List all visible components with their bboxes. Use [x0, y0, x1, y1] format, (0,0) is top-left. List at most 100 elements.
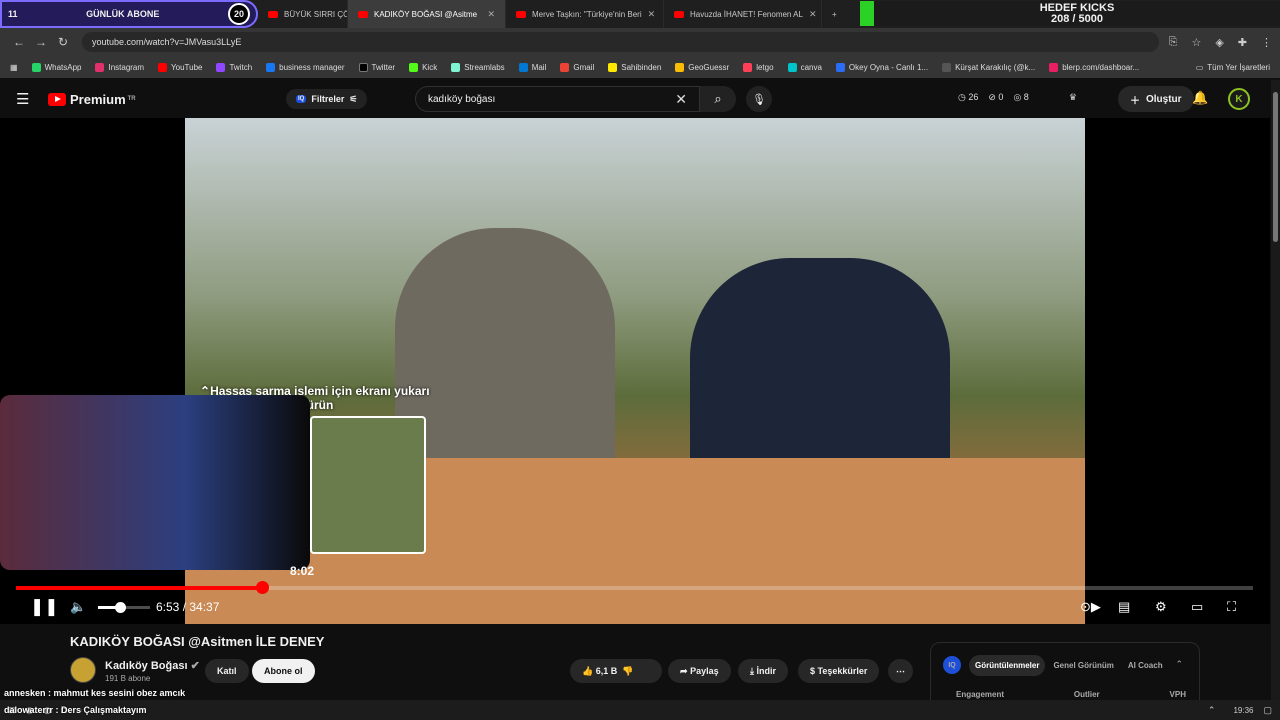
more-actions-button[interactable]: ⋯ [888, 659, 913, 683]
bookmark-youtube[interactable]: YouTube [158, 62, 202, 72]
bookmark-blerp[interactable]: blerp.com/dashboar... [1049, 62, 1139, 72]
tab-views[interactable]: Görüntülenmeler [969, 654, 1046, 676]
settings-gear-icon[interactable]: ⚙ [1155, 596, 1167, 618]
streamer-webcam [0, 395, 310, 570]
youtube-icon [268, 10, 278, 18]
player-controls: ❚❚ 🔈 6:53 / 34:37 ⊙▶ ▤ ⚙ ▭ ⛶ [0, 596, 1270, 618]
col-outlier: Outlier [1073, 690, 1100, 699]
col-vph: VPH [1169, 690, 1186, 699]
address-bar-row: ← → ↻ youtube.com/watch?v=JMVasu3LLyE ⎘ ☆… [0, 28, 1280, 56]
bookmark-kursat[interactable]: Kürşat Karakılıç (@k... [942, 62, 1035, 72]
bookmark-instagram[interactable]: Instagram [95, 62, 144, 72]
search-input[interactable]: kadıköy boğası ✕ [415, 86, 700, 112]
close-icon[interactable]: ✕ [642, 9, 656, 20]
forward-icon[interactable]: → [30, 35, 52, 49]
pause-icon[interactable]: ❚❚ [30, 596, 59, 618]
youtube-logo[interactable]: Premium TR [48, 92, 136, 107]
notification-icon[interactable]: ▢ [1263, 705, 1272, 716]
voice-search-button[interactable]: 🎙 [746, 86, 772, 112]
subscriber-count: 191 B abone [105, 674, 151, 683]
bookmark-streamlabs[interactable]: Streamlabs [451, 62, 505, 72]
share-button[interactable]: ➦ Paylaş [668, 659, 731, 683]
bookmarks-bar: ▦ WhatsApp Instagram YouTube Twitch busi… [0, 56, 1280, 78]
os-taskbar: ⊞ ◉ ◍ ◘ ◌ ⌃ 19:36 ▢ [0, 700, 1280, 720]
hamburger-menu-icon[interactable]: ☰ [16, 90, 29, 108]
bookmark-sahibinden[interactable]: Sahibinden [608, 62, 661, 72]
browser-tab-active[interactable]: KADIKÖY BOĞASI @Asitme ✕ [348, 0, 506, 28]
account-avatar[interactable]: K [1228, 88, 1250, 110]
subtitles-icon[interactable]: ▤ [1118, 596, 1130, 618]
subscribe-button[interactable]: Abone ol [252, 659, 315, 683]
browser-tab[interactable]: Havuzda İHANET! Fenomen AL ✕ [664, 0, 822, 28]
col-engagement: Engagement [956, 690, 1005, 699]
youtube-header: ☰ Premium TR IQ Filtreler ⚟ kadıköy boğası ✕… [0, 80, 1280, 118]
like-button[interactable]: 👍 6,1 B 👎 [570, 659, 662, 683]
goal-progress-bar [860, 1, 874, 26]
reload-icon[interactable]: ↻ [52, 35, 74, 49]
folder-icon: ▭ [1195, 62, 1204, 72]
new-tab-button[interactable]: + [822, 0, 847, 28]
search-icon: ⌕ [714, 91, 722, 106]
score-stat: ◎ 8 [1013, 92, 1029, 102]
theater-mode-icon[interactable]: ▭ [1191, 596, 1203, 618]
close-icon[interactable]: ✕ [481, 9, 495, 20]
chevron-up-icon[interactable]: ⌃ [1175, 659, 1183, 670]
bookmark-kick[interactable]: Kick [409, 62, 437, 72]
extension-icon[interactable]: ◈ [1215, 36, 1223, 49]
clock: 19:36 [1233, 705, 1254, 715]
microphone-icon: 🎙 [752, 93, 766, 106]
seek-preview-thumbnail [310, 416, 426, 554]
tray-chevron-icon[interactable]: ⌃ [1208, 705, 1216, 716]
channel-avatar[interactable] [70, 657, 96, 683]
download-icon: ⤓ [750, 665, 754, 676]
bookmark-mail[interactable]: Mail [518, 62, 546, 72]
page-scrollbar[interactable] [1271, 80, 1280, 700]
puzzle-icon[interactable]: ✚ [1238, 36, 1247, 49]
bookmark-whatsapp[interactable]: WhatsApp [31, 62, 81, 72]
browser-tab[interactable]: Merve Taşkın: "Türkiye'nin Beri ✕ [506, 0, 664, 28]
filters-button[interactable]: IQ Filtreler ⚟ [286, 89, 368, 109]
bookmark-canva[interactable]: canva [787, 62, 822, 72]
search-button[interactable]: ⌕ [700, 86, 736, 112]
bookmark-business-manager[interactable]: business manager [266, 62, 345, 72]
dollar-icon: $ [810, 666, 816, 676]
close-icon[interactable]: ✕ [803, 9, 817, 20]
bookmark-twitch[interactable]: Twitch [216, 62, 252, 72]
channel-name[interactable]: Kadıköy Boğası ✔ [105, 659, 200, 672]
bookmark-twitter[interactable]: Twitter [358, 62, 395, 72]
back-icon[interactable]: ← [8, 35, 30, 49]
join-button[interactable]: Katıl [205, 659, 249, 683]
browser-tab[interactable]: BÜYÜK SIRRI ÇÖZ✕ [258, 0, 348, 28]
volume-slider[interactable] [98, 602, 150, 613]
thanks-button[interactable]: $ Teşekkürler [798, 659, 880, 683]
tab-ai-coach[interactable]: AI Coach [1122, 655, 1169, 676]
vidiq-icon: IQ [943, 656, 961, 674]
kick-goal-overlay: HEDEF KICKS 208 / 5000 [860, 1, 1280, 26]
comments-stat: ⊘ 0 [988, 92, 1004, 102]
autoplay-toggle[interactable]: ⊙▶ [1080, 596, 1101, 618]
clear-icon[interactable]: ✕ [675, 91, 687, 108]
install-icon[interactable]: ⎘ [1169, 36, 1178, 49]
bookmark-letgo[interactable]: letgo [743, 62, 774, 72]
notifications-bell-icon[interactable]: 🔔 [1192, 90, 1208, 106]
create-button[interactable]: ＋ Oluştur [1118, 86, 1194, 112]
youtube-icon [674, 10, 684, 18]
thumbs-down-icon[interactable]: 👎 [622, 666, 633, 677]
volume-icon[interactable]: 🔈 [70, 596, 86, 618]
trophy-icon[interactable]: ♛ [1069, 92, 1077, 103]
all-bookmarks[interactable]: ▭ Tüm Yer İşaretleri [1196, 63, 1270, 72]
download-button[interactable]: ⤓ İndir [738, 659, 788, 683]
tab-overview[interactable]: Genel Görünüm [1047, 655, 1119, 676]
bookmark-geoguessr[interactable]: GeoGuessr [675, 62, 729, 72]
apps-icon[interactable]: ▦ [10, 63, 18, 72]
bookmark-okey[interactable]: Okey Oyna - Canlı 1... [835, 62, 928, 72]
youtube-icon [358, 10, 368, 18]
fullscreen-icon[interactable]: ⛶ [1227, 596, 1236, 618]
bookmark-gmail[interactable]: Gmail [560, 62, 594, 72]
menu-icon[interactable]: ⋮ [1261, 36, 1272, 49]
bookmark-star-icon[interactable]: ☆ [1191, 36, 1201, 49]
progress-fill [16, 586, 263, 590]
video-progress-bar[interactable] [16, 581, 1253, 594]
url-input[interactable]: youtube.com/watch?v=JMVasu3LLyE [82, 32, 1159, 52]
share-icon: ➦ [680, 665, 688, 676]
